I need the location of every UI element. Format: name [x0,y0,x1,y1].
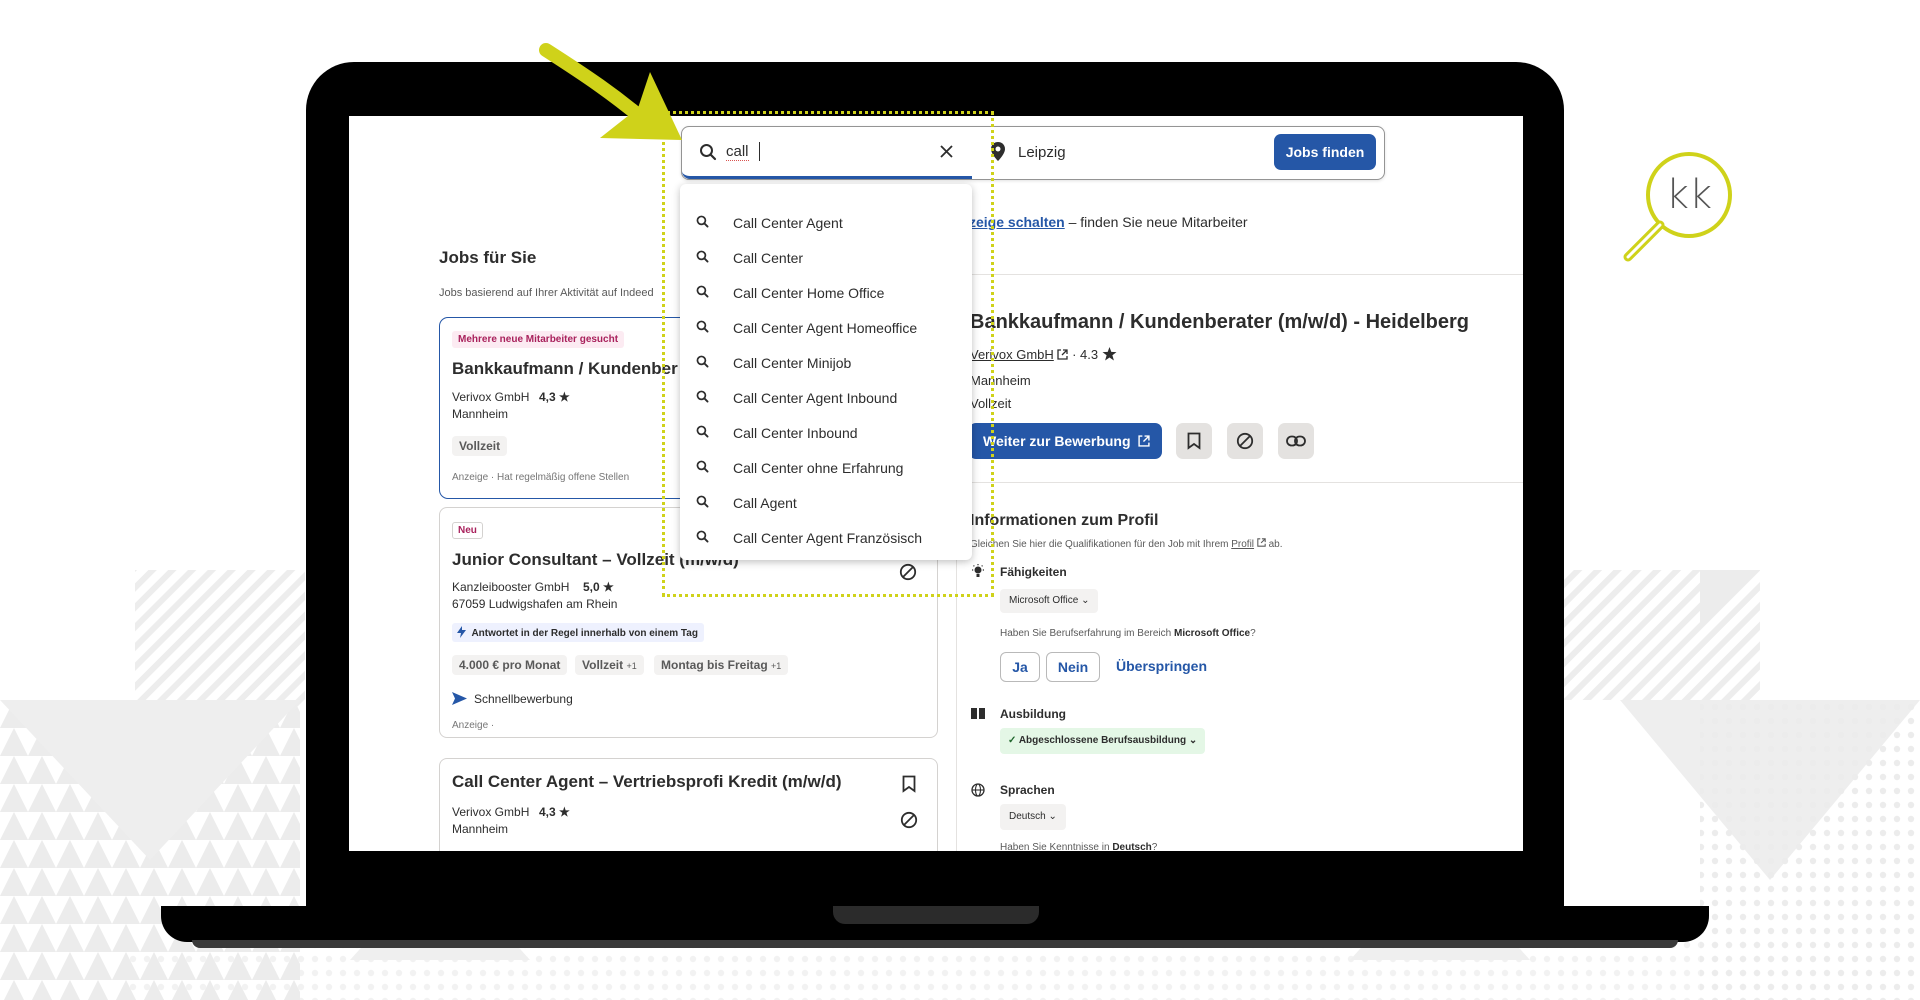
job-type-tag: Vollzeit [452,436,508,456]
chevron-down-icon: ⌄ [1048,811,1057,822]
company-rating: 5,0 ★ [583,580,614,594]
save-job-button[interactable] [1176,423,1212,459]
education-chip[interactable]: ✓ Abgeschlossene Berufsausbildung ⌄ [1000,728,1206,754]
quick-apply-label: Schnellbewerbung [474,692,573,706]
company-rating: 4,3 ★ [539,805,570,819]
skills-label: Fähigkeiten [1000,565,1067,579]
no-button[interactable]: Nein [1046,652,1100,682]
laptop-notch [833,906,1039,924]
company-name: Verivox GmbH [452,805,530,819]
apply-button[interactable]: Weiter zur Bewerbung [969,423,1162,459]
job-detail-title: Bankkaufmann / Kundenberater (m/w/d) - H… [970,311,1469,333]
profile-link[interactable]: Profil [1231,539,1254,550]
education-label: Ausbildung [1000,707,1066,721]
lightning-icon [457,625,466,638]
company-rating: 4,3 ★ [539,390,570,404]
link-icon [1286,435,1306,447]
job-type-tag: Vollzeit +1 [575,655,644,675]
job-footer: Anzeige · [452,720,495,731]
kk-logo: kk [1623,152,1732,262]
bookmark-icon[interactable] [902,775,916,793]
external-link-icon [1057,349,1069,360]
find-jobs-button[interactable]: Jobs finden [1274,134,1376,170]
chevron-down-icon: ⌄ [1188,735,1198,746]
laptop-foot [192,940,1678,948]
profile-subtext: Gleichen Sie hier die Qualifikationen fü… [970,538,1283,550]
book-icon [971,708,985,719]
languages-chip[interactable]: Deutsch ⌄ [1000,804,1066,830]
divider [964,274,1523,275]
job-location: Mannheim [452,407,509,421]
response-badge: Antwortet in der Regel innerhalb von ein… [452,623,704,642]
skills-question: Haben Sie Berufserfahrung im Bereich Mic… [1000,628,1256,639]
hiring-badge: Mehrere neue Mitarbeiter gesucht [452,331,625,348]
divider [964,482,1523,483]
schedule-tag: Montag bis Freitag +1 [654,655,789,675]
job-card-3[interactable]: Call Center Agent – Vertriebsprofi Kredi… [439,758,938,851]
company-name: Kanzleibooster GmbH [452,580,570,594]
apply-button-label: Weiter zur Bewerbung [983,433,1131,449]
salary-tag: 4.000 € pro Monat [452,655,568,675]
skip-button[interactable]: Überspringen [1116,658,1207,674]
send-icon [452,692,467,705]
external-link-icon [1257,538,1266,547]
profile-heading: Informationen zum Profil [970,512,1159,529]
jobs-for-you-heading: Jobs für Sie [439,248,537,267]
employer-banner: zeige schalten – finden Sie neue Mitarbe… [969,214,1248,230]
skills-chip[interactable]: Microsoft Office ⌄ [1000,589,1099,613]
yes-button[interactable]: Ja [1000,652,1040,682]
new-badge: Neu [452,522,483,539]
checkmark-icon: ✓ [1008,735,1017,746]
block-icon [1236,432,1254,450]
company-name: Verivox GmbH [452,390,530,404]
bookmark-icon [1187,432,1201,450]
job-location: Mannheim [452,822,509,836]
external-link-icon [1138,435,1151,447]
star-icon [1102,347,1117,361]
response-text: Antwortet in der Regel innerhalb von ein… [471,628,698,639]
highlight-dotted-box [662,111,994,597]
jobs-for-you-subheading: Jobs basierend auf Ihrer Aktivität auf I… [439,287,654,299]
chevron-down-icon: ⌄ [1081,595,1090,606]
rating-separator: · [1072,347,1081,362]
job-title[interactable]: Call Center Agent – Vertriebsprofi Kredi… [452,772,842,792]
hide-job-icon[interactable] [900,811,918,829]
employer-banner-text: – finden Sie neue Mitarbeiter [1068,214,1248,230]
job-title[interactable]: Bankkaufmann / Kundenber [452,359,678,379]
location-field[interactable]: Leipzig [973,127,1263,177]
languages-label: Sprachen [1000,783,1055,797]
languages-question: Haben Sie Kenntnisse in Deutsch? [1000,842,1158,851]
logo-text: kk [1666,172,1712,218]
copy-link-button[interactable] [1278,423,1314,459]
not-interested-button[interactable] [1227,423,1263,459]
company-rating: 4.3 [1080,347,1099,362]
job-location: 67059 Ludwigshafen am Rhein [452,597,618,611]
location-input-value[interactable]: Leipzig [1018,144,1066,161]
globe-icon [971,783,985,797]
job-footer: Anzeige · Hat regelmäßig offene Stellen [452,472,630,483]
pointer-arrow-icon [539,43,682,140]
